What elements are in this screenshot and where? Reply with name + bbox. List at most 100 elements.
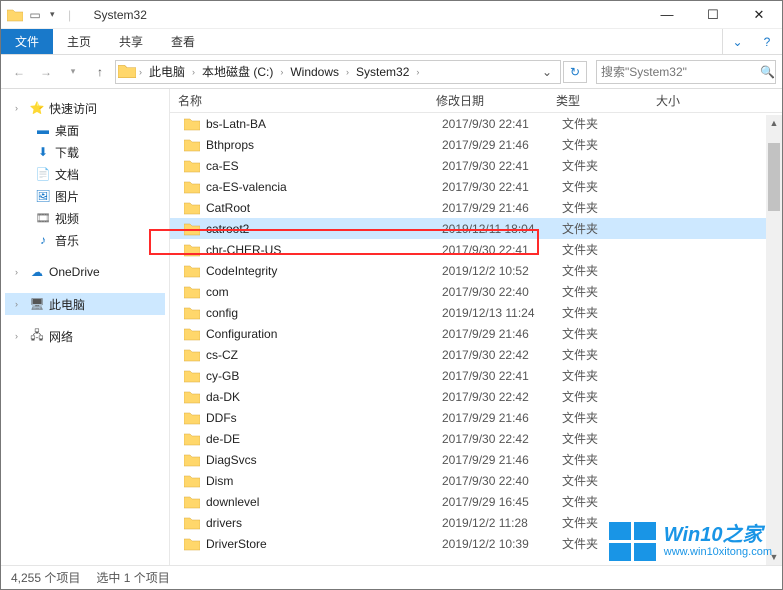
recent-dropdown-icon[interactable]: ▾ xyxy=(61,60,85,84)
table-row[interactable]: DDFs2017/9/29 21:46文件夹 xyxy=(170,407,782,428)
quick-access-toolbar: ▭ ▾ | xyxy=(1,7,84,23)
qat-dropdown-icon[interactable]: ▾ xyxy=(47,9,58,20)
table-row[interactable]: DiagSvcs2017/9/29 21:46文件夹 xyxy=(170,449,782,470)
table-row[interactable]: com2017/9/30 22:40文件夹 xyxy=(170,281,782,302)
file-type: 文件夹 xyxy=(562,262,662,279)
search-icon[interactable]: 🔍 xyxy=(760,65,775,79)
sidebar-item-quick-access[interactable]: ›⭐快速访问 xyxy=(5,97,165,119)
table-row[interactable]: catroot22019/12/11 18:04文件夹 xyxy=(170,218,782,239)
file-name: Bthprops xyxy=(206,138,442,152)
table-row[interactable]: CodeIntegrity2019/12/2 10:52文件夹 xyxy=(170,260,782,281)
folder-icon xyxy=(118,63,136,81)
scroll-up-icon[interactable]: ▲ xyxy=(766,115,782,131)
sidebar-item-network[interactable]: ›🖧网络 xyxy=(5,325,165,347)
up-button[interactable]: ↑ xyxy=(88,60,112,84)
table-row[interactable]: de-DE2017/9/30 22:42文件夹 xyxy=(170,428,782,449)
tab-view[interactable]: 查看 xyxy=(157,29,209,54)
file-name: com xyxy=(206,285,442,299)
sidebar-item-label: OneDrive xyxy=(49,265,100,279)
help-icon[interactable]: ? xyxy=(752,29,782,54)
address-dropdown-icon[interactable]: ⌄ xyxy=(536,65,558,79)
file-name: ca-ES-valencia xyxy=(206,180,442,194)
table-row[interactable]: Bthprops2017/9/29 21:46文件夹 xyxy=(170,134,782,155)
table-row[interactable]: ca-ES2017/9/30 22:41文件夹 xyxy=(170,155,782,176)
scrollbar[interactable]: ▲ ▼ xyxy=(766,115,782,565)
file-date: 2017/9/30 22:41 xyxy=(442,243,562,257)
table-row[interactable]: ca-ES-valencia2017/9/30 22:41文件夹 xyxy=(170,176,782,197)
file-type: 文件夹 xyxy=(562,115,662,132)
scroll-thumb[interactable] xyxy=(768,143,780,211)
column-headers: 名称 修改日期 类型 大小 xyxy=(170,89,782,113)
folder-icon xyxy=(184,264,200,278)
maximize-button[interactable]: ☐ xyxy=(690,1,736,29)
navigation-pane: ›⭐快速访问 ▬桌面 ⬇下载 📄文档 🖼图片 🎞视频 ♪音乐 ›☁OneDriv… xyxy=(1,89,169,567)
close-button[interactable]: ✕ xyxy=(736,1,782,29)
column-header-date[interactable]: 修改日期 xyxy=(436,92,556,109)
search-input[interactable] xyxy=(597,65,760,79)
desktop-icon: ▬ xyxy=(35,122,51,138)
sidebar-item-downloads[interactable]: ⬇下载 xyxy=(5,141,165,163)
file-name: DriverStore xyxy=(206,537,442,551)
file-type: 文件夹 xyxy=(562,472,662,489)
folder-icon xyxy=(184,243,200,257)
forward-button[interactable]: → xyxy=(34,60,58,84)
refresh-button[interactable]: ↻ xyxy=(563,61,587,83)
status-bar: 4,255 个项目 选中 1 个项目 xyxy=(1,565,782,589)
sidebar-item-music[interactable]: ♪音乐 xyxy=(5,229,165,251)
table-row[interactable]: cy-GB2017/9/30 22:41文件夹 xyxy=(170,365,782,386)
chevron-right-icon[interactable]: › xyxy=(415,67,420,77)
search-box[interactable]: 🔍 xyxy=(596,60,776,84)
sidebar-item-label: 下载 xyxy=(55,144,79,161)
file-type: 文件夹 xyxy=(562,283,662,300)
file-date: 2017/9/29 21:46 xyxy=(442,411,562,425)
back-button[interactable]: ← xyxy=(7,60,31,84)
table-row[interactable]: CatRoot2017/9/29 21:46文件夹 xyxy=(170,197,782,218)
breadcrumb[interactable]: 本地磁盘 (C:) xyxy=(198,63,277,80)
table-row[interactable]: chr-CHER-US2017/9/30 22:41文件夹 xyxy=(170,239,782,260)
table-row[interactable]: downlevel2017/9/29 16:45文件夹 xyxy=(170,491,782,512)
file-type: 文件夹 xyxy=(562,157,662,174)
status-item-count: 4,255 个项目 xyxy=(11,569,80,586)
sidebar-item-pictures[interactable]: 🖼图片 xyxy=(5,185,165,207)
breadcrumb[interactable]: Windows xyxy=(286,65,343,79)
file-type: 文件夹 xyxy=(562,136,662,153)
breadcrumb[interactable]: System32 xyxy=(352,65,413,79)
sidebar-item-documents[interactable]: 📄文档 xyxy=(5,163,165,185)
chevron-right-icon[interactable]: › xyxy=(345,67,350,77)
file-date: 2017/9/30 22:41 xyxy=(442,117,562,131)
table-row[interactable]: config2019/12/13 11:24文件夹 xyxy=(170,302,782,323)
file-type: 文件夹 xyxy=(562,241,662,258)
sidebar-item-onedrive[interactable]: ›☁OneDrive xyxy=(5,261,165,283)
properties-icon[interactable]: ▭ xyxy=(27,7,43,23)
column-header-name[interactable]: 名称 xyxy=(178,92,436,109)
minimize-button[interactable]: — xyxy=(644,1,690,29)
sidebar-item-desktop[interactable]: ▬桌面 xyxy=(5,119,165,141)
folder-icon xyxy=(184,432,200,446)
file-date: 2017/9/29 16:45 xyxy=(442,495,562,509)
table-row[interactable]: da-DK2017/9/30 22:42文件夹 xyxy=(170,386,782,407)
sidebar-item-this-pc[interactable]: ›🖥此电脑 xyxy=(5,293,165,315)
chevron-right-icon[interactable]: › xyxy=(191,67,196,77)
column-header-type[interactable]: 类型 xyxy=(556,92,656,109)
table-row[interactable]: cs-CZ2017/9/30 22:42文件夹 xyxy=(170,344,782,365)
tab-share[interactable]: 共享 xyxy=(105,29,157,54)
chevron-right-icon[interactable]: › xyxy=(279,67,284,77)
content-area: ›⭐快速访问 ▬桌面 ⬇下载 📄文档 🖼图片 🎞视频 ♪音乐 ›☁OneDriv… xyxy=(1,89,782,567)
file-type: 文件夹 xyxy=(562,220,662,237)
table-row[interactable]: Dism2017/9/30 22:40文件夹 xyxy=(170,470,782,491)
table-row[interactable]: Configuration2017/9/29 21:46文件夹 xyxy=(170,323,782,344)
tab-file[interactable]: 文件 xyxy=(1,29,53,54)
breadcrumb[interactable]: 此电脑 xyxy=(145,63,189,80)
file-name: da-DK xyxy=(206,390,442,404)
address-bar[interactable]: › 此电脑 › 本地磁盘 (C:) › Windows › System32 ›… xyxy=(115,60,561,84)
sidebar-item-videos[interactable]: 🎞视频 xyxy=(5,207,165,229)
ribbon-expand-icon[interactable]: ⌄ xyxy=(722,29,752,54)
tab-home[interactable]: 主页 xyxy=(53,29,105,54)
table-row[interactable]: bs-Latn-BA2017/9/30 22:41文件夹 xyxy=(170,113,782,134)
chevron-right-icon[interactable]: › xyxy=(138,67,143,77)
column-header-size[interactable]: 大小 xyxy=(656,92,782,109)
folder-icon xyxy=(184,453,200,467)
title-bar: ▭ ▾ | System32 — ☐ ✕ xyxy=(1,1,782,29)
folder-icon xyxy=(184,306,200,320)
file-type: 文件夹 xyxy=(562,199,662,216)
